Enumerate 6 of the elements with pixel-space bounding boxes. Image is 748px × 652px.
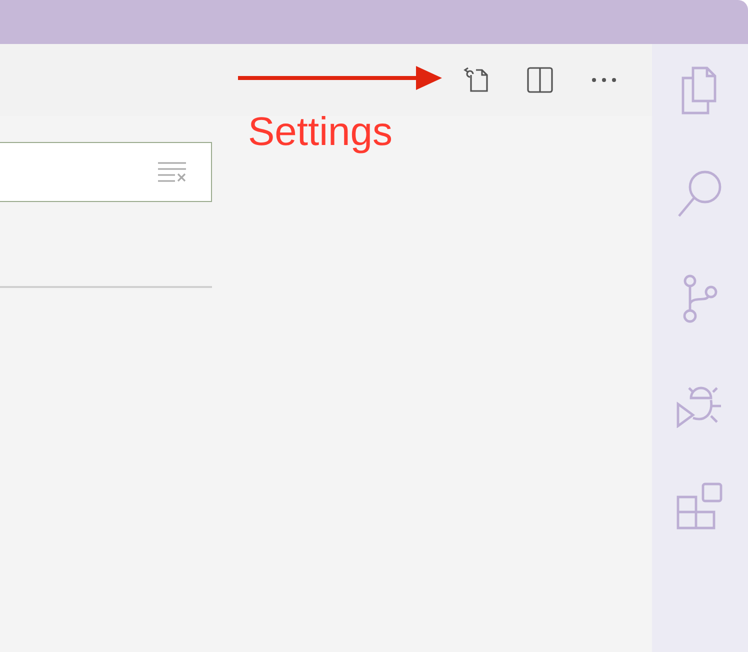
extensions-icon[interactable]	[676, 482, 724, 530]
more-icon[interactable]	[590, 76, 618, 84]
annotation-label: Settings	[248, 109, 393, 156]
split-editor-icon[interactable]	[526, 66, 554, 94]
search-field[interactable]	[0, 142, 212, 202]
clear-icon[interactable]	[157, 161, 187, 183]
